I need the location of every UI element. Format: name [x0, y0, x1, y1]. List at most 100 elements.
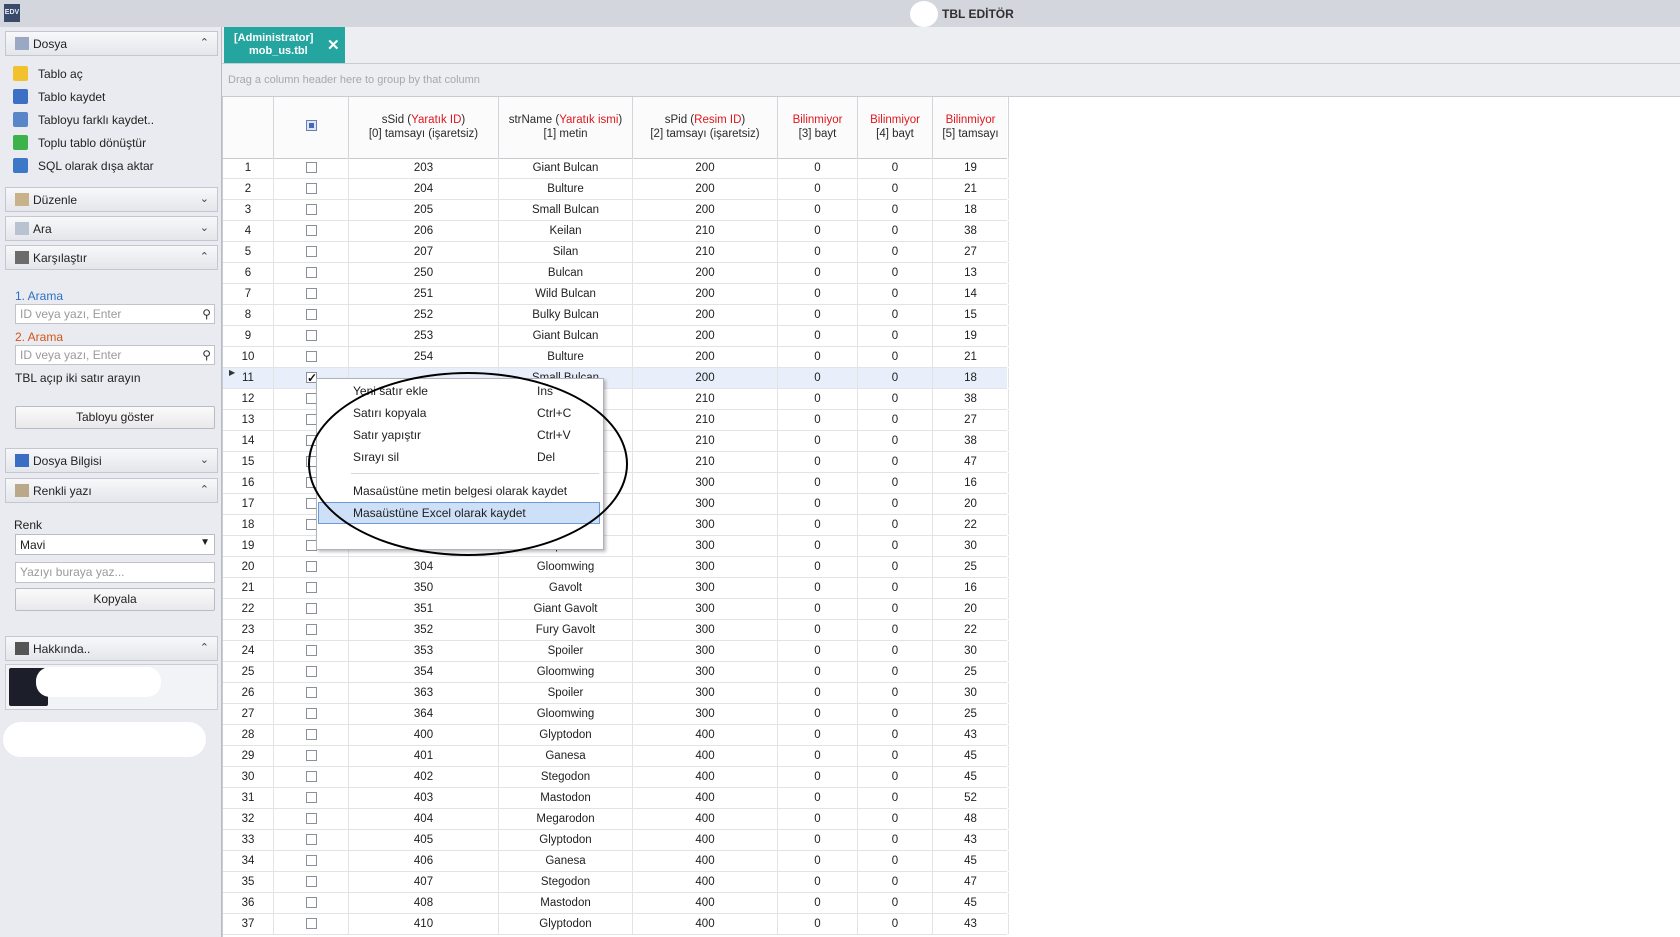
table-cell[interactable]: Bulture: [499, 347, 633, 367]
row-number[interactable]: 9: [223, 326, 274, 346]
table-cell[interactable]: 38: [933, 431, 1009, 451]
table-cell[interactable]: 0: [778, 893, 858, 913]
row-checkbox[interactable]: [306, 288, 317, 299]
table-cell[interactable]: 16: [933, 473, 1009, 493]
table-row[interactable]: 10 254 Bulture 200 0 0 21: [223, 347, 1009, 368]
table-row[interactable]: 27 364 Gloomwing 300 0 0 25: [223, 704, 1009, 725]
column-header[interactable]: strName (Yaratık ismi) [1] metin: [499, 97, 633, 158]
table-cell[interactable]: 0: [858, 200, 933, 220]
checkbox-cell[interactable]: [274, 851, 349, 871]
table-cell[interactable]: 200: [633, 326, 778, 346]
row-number[interactable]: 4: [223, 221, 274, 241]
table-cell[interactable]: 0: [858, 410, 933, 430]
row-checkbox[interactable]: [306, 687, 317, 698]
table-cell[interactable]: 400: [633, 893, 778, 913]
table-row[interactable]: 2 204 Bulture 200 0 0 21: [223, 179, 1009, 200]
table-cell[interactable]: Gloomwing: [499, 662, 633, 682]
table-cell[interactable]: Keilan: [499, 221, 633, 241]
checkbox-cell[interactable]: [274, 704, 349, 724]
table-cell[interactable]: 0: [778, 683, 858, 703]
checkbox-cell[interactable]: [274, 725, 349, 745]
table-cell[interactable]: 254: [349, 347, 499, 367]
table-cell[interactable]: 300: [633, 641, 778, 661]
ctx-save-excel[interactable]: Masaüstüne Excel olarak kaydet: [318, 502, 600, 524]
table-row[interactable]: 3 205 Small Bulcan 200 0 0 18: [223, 200, 1009, 221]
table-cell[interactable]: 30: [933, 641, 1009, 661]
table-cell[interactable]: 0: [858, 704, 933, 724]
table-cell[interactable]: 0: [778, 452, 858, 472]
table-cell[interactable]: 351: [349, 599, 499, 619]
table-cell[interactable]: Small Bulcan: [499, 200, 633, 220]
table-cell[interactable]: 0: [778, 536, 858, 556]
ctx-copy-row[interactable]: Satırı kopyala Ctrl+C: [318, 402, 600, 424]
column-header[interactable]: sSid (Yaratık ID) [0] tamsayı (işaretsiz…: [349, 97, 499, 158]
row-checkbox[interactable]: [306, 834, 317, 845]
table-cell[interactable]: 401: [349, 746, 499, 766]
table-cell[interactable]: 300: [633, 599, 778, 619]
table-cell[interactable]: 210: [633, 242, 778, 262]
table-cell[interactable]: 0: [778, 368, 858, 388]
table-cell[interactable]: 0: [778, 305, 858, 325]
ctx-delete-row[interactable]: Sırayı sil Del: [318, 446, 600, 468]
table-cell[interactable]: 14: [933, 284, 1009, 304]
table-row[interactable]: 34 406 Ganesa 400 0 0 45: [223, 851, 1009, 872]
table-cell[interactable]: 47: [933, 452, 1009, 472]
row-number[interactable]: 16: [223, 473, 274, 493]
table-cell[interactable]: 0: [858, 662, 933, 682]
ctx-save-text[interactable]: Masaüstüne metin belgesi olarak kaydet: [318, 480, 600, 502]
table-row[interactable]: 28 400 Glyptodon 400 0 0 43: [223, 725, 1009, 746]
row-number[interactable]: 11: [223, 368, 274, 388]
table-cell[interactable]: 30: [933, 683, 1009, 703]
table-cell[interactable]: 25: [933, 704, 1009, 724]
table-cell[interactable]: 200: [633, 200, 778, 220]
table-cell[interactable]: Wild Bulcan: [499, 284, 633, 304]
row-number[interactable]: 10: [223, 347, 274, 367]
table-cell[interactable]: 200: [633, 305, 778, 325]
table-cell[interactable]: 0: [858, 893, 933, 913]
table-cell[interactable]: 0: [778, 830, 858, 850]
table-cell[interactable]: 0: [858, 221, 933, 241]
row-number[interactable]: 19: [223, 536, 274, 556]
table-cell[interactable]: 22: [933, 515, 1009, 535]
table-cell[interactable]: 0: [858, 851, 933, 871]
table-cell[interactable]: 25: [933, 662, 1009, 682]
table-cell[interactable]: 304: [349, 557, 499, 577]
table-cell[interactable]: 0: [778, 326, 858, 346]
table-cell[interactable]: 52: [933, 788, 1009, 808]
row-number[interactable]: 12: [223, 389, 274, 409]
table-cell[interactable]: Silan: [499, 242, 633, 262]
search-icon[interactable]: ⚲: [202, 348, 211, 362]
table-row[interactable]: 35 407 Stegodon 400 0 0 47: [223, 872, 1009, 893]
table-cell[interactable]: 0: [778, 599, 858, 619]
checkbox-cell[interactable]: [274, 746, 349, 766]
table-cell[interactable]: 0: [858, 242, 933, 262]
checkbox-cell[interactable]: [274, 158, 349, 178]
table-cell[interactable]: 210: [633, 221, 778, 241]
table-cell[interactable]: Gloomwing: [499, 704, 633, 724]
table-cell[interactable]: 0: [858, 326, 933, 346]
row-checkbox[interactable]: [306, 246, 317, 257]
ctx-add-row[interactable]: Yeni satır ekle Ins: [318, 380, 600, 402]
table-cell[interactable]: 250: [349, 263, 499, 283]
table-cell[interactable]: 45: [933, 767, 1009, 787]
table-cell[interactable]: Gavolt: [499, 578, 633, 598]
search1-field[interactable]: ⚲: [15, 304, 215, 324]
table-cell[interactable]: 0: [778, 242, 858, 262]
row-number[interactable]: 5: [223, 242, 274, 262]
checkbox-cell[interactable]: [274, 620, 349, 640]
row-number[interactable]: 13: [223, 410, 274, 430]
checkbox-cell[interactable]: [274, 284, 349, 304]
colored-text-input[interactable]: [18, 564, 212, 580]
row-checkbox[interactable]: [306, 855, 317, 866]
row-number[interactable]: 25: [223, 662, 274, 682]
row-number[interactable]: 17: [223, 494, 274, 514]
row-checkbox[interactable]: [306, 666, 317, 677]
table-cell[interactable]: 0: [858, 536, 933, 556]
table-cell[interactable]: 300: [633, 536, 778, 556]
table-cell[interactable]: 364: [349, 704, 499, 724]
table-cell[interactable]: 30: [933, 536, 1009, 556]
table-row[interactable]: 8 252 Bulky Bulcan 200 0 0 15: [223, 305, 1009, 326]
table-cell[interactable]: 0: [778, 767, 858, 787]
table-cell[interactable]: 0: [778, 221, 858, 241]
ctx-paste-row[interactable]: Satır yapıştır Ctrl+V: [318, 424, 600, 446]
